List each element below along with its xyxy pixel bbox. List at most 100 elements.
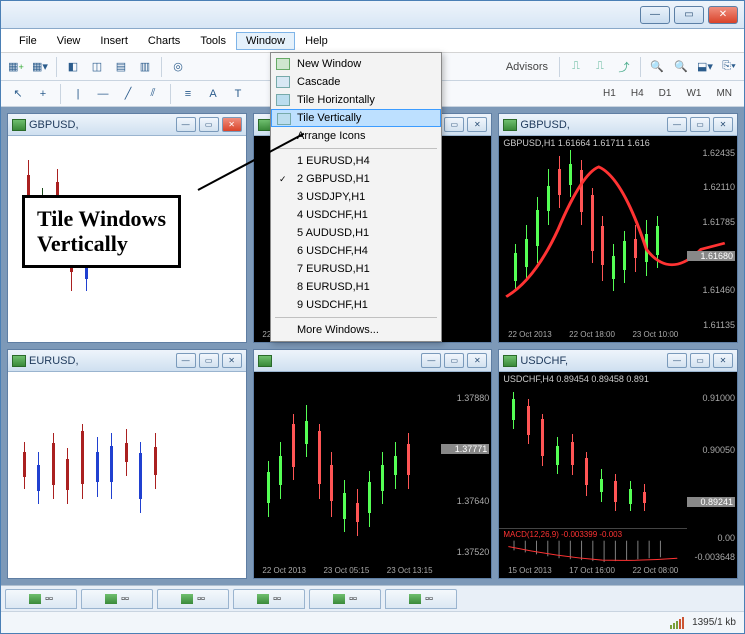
menu-window-9[interactable]: 9 USDCHF,H1	[271, 296, 441, 314]
close-button[interactable]: ✕	[713, 353, 733, 368]
chart-canvas[interactable]: USDCHF,H4 0.89454 0.89458 0.891 MACD(12,…	[499, 372, 737, 578]
maximize-button[interactable]: ▭	[674, 6, 704, 24]
close-button[interactable]: ✕	[708, 6, 738, 24]
market-watch-icon[interactable]: ◧	[62, 56, 84, 78]
tile-horizontal-icon	[276, 94, 290, 106]
chart-tab[interactable]: ▫▫	[81, 589, 153, 609]
profiles-icon[interactable]: ▦▾	[29, 56, 51, 78]
menu-more-windows[interactable]: More Windows...	[271, 321, 441, 339]
menu-tools[interactable]: Tools	[190, 32, 236, 50]
chart-window-eurusd-white[interactable]: EURUSD, — ▭ ✕	[7, 349, 247, 579]
new-chart-icon[interactable]: ▦+	[5, 56, 27, 78]
connection-status: 1395/1 kb	[692, 617, 736, 628]
menu-window[interactable]: Window	[236, 32, 295, 50]
tf-h4[interactable]: H4	[625, 86, 650, 101]
close-button[interactable]: ✕	[222, 117, 242, 132]
chart-type-icon[interactable]: ⬓▾	[694, 56, 716, 78]
indicator2-icon[interactable]: ⎍	[589, 56, 611, 78]
menu-cascade[interactable]: Cascade	[271, 73, 441, 91]
tabs-icon: ▫▫	[121, 593, 129, 605]
menu-help[interactable]: Help	[295, 32, 338, 50]
menu-tile-horizontally[interactable]: Tile Horizontally	[271, 91, 441, 109]
restore-button[interactable]: ▭	[690, 117, 710, 132]
time-axis: 22 Oct 201322 Oct 18:0023 Oct 10:00	[499, 330, 687, 342]
restore-button[interactable]: ▭	[444, 117, 464, 132]
min-button[interactable]: —	[176, 117, 196, 132]
chart-icon	[503, 355, 517, 367]
templates-icon[interactable]: ⎘▾	[718, 56, 740, 78]
zoom-in-icon[interactable]: 🔍	[646, 56, 668, 78]
tf-mn[interactable]: MN	[710, 86, 738, 101]
channel-icon[interactable]: ⫽	[142, 83, 164, 105]
chart-tab[interactable]: ▫▫	[5, 589, 77, 609]
fibo-icon[interactable]: ≡	[177, 83, 199, 105]
text-icon[interactable]: A	[202, 83, 224, 105]
trendline-icon[interactable]: ╱	[117, 83, 139, 105]
tester-icon[interactable]: ▥	[134, 56, 156, 78]
callout-box: Tile Windows Vertically	[22, 195, 181, 268]
new-order-icon[interactable]: ◎	[167, 56, 189, 78]
tabs-icon: ▫▫	[273, 593, 281, 605]
chart-canvas[interactable]: 1.37880 1.37771 1.37640 1.37520 22 Oct 2…	[254, 372, 492, 578]
terminal-icon[interactable]: ▤	[110, 56, 132, 78]
menu-insert[interactable]: Insert	[90, 32, 138, 50]
chart-tab[interactable]: ▫▫	[385, 589, 457, 609]
navigator-icon[interactable]: ◫	[86, 56, 108, 78]
restore-button[interactable]: ▭	[199, 117, 219, 132]
tf-w1[interactable]: W1	[680, 86, 707, 101]
menu-window-8[interactable]: 8 EURUSD,H1	[271, 278, 441, 296]
chart-icon	[258, 355, 272, 367]
restore-button[interactable]: ▭	[690, 353, 710, 368]
label-icon[interactable]: T	[227, 83, 249, 105]
zoom-out-icon[interactable]: 🔍	[670, 56, 692, 78]
chart-tab[interactable]: ▫▫	[233, 589, 305, 609]
menu-view[interactable]: View	[47, 32, 91, 50]
crosshair-icon[interactable]: +	[32, 83, 54, 105]
tabs-icon: ▫▫	[425, 593, 433, 605]
cursor-icon[interactable]: ↖	[7, 83, 29, 105]
tf-d1[interactable]: D1	[653, 86, 678, 101]
chart-window-hidden-2[interactable]: — ▭ ✕	[253, 349, 493, 579]
min-button[interactable]: —	[667, 117, 687, 132]
close-button[interactable]: ✕	[467, 117, 487, 132]
restore-button[interactable]: ▭	[199, 353, 219, 368]
restore-button[interactable]: ▭	[444, 353, 464, 368]
close-button[interactable]: ✕	[222, 353, 242, 368]
chart-canvas[interactable]	[8, 372, 246, 578]
minimize-button[interactable]: —	[640, 6, 670, 24]
price-axis: 1.37880 1.37771 1.37640 1.37520	[441, 372, 491, 578]
hline-icon[interactable]: —	[92, 83, 114, 105]
chart-tab[interactable]: ▫▫	[157, 589, 229, 609]
chart-canvas[interactable]: GBPUSD,H1 1.61664 1.61711 1.616	[499, 136, 737, 342]
menu-window-1[interactable]: 1 EURUSD,H4	[271, 152, 441, 170]
menu-window-5[interactable]: 5 AUDUSD,H1	[271, 224, 441, 242]
menu-window-7[interactable]: 7 EURUSD,H1	[271, 260, 441, 278]
menu-window-4[interactable]: 4 USDCHF,H1	[271, 206, 441, 224]
chart-tabs: ▫▫ ▫▫ ▫▫ ▫▫ ▫▫ ▫▫	[1, 585, 744, 611]
chart-window-gbpusd-black[interactable]: GBPUSD, — ▭ ✕ GBPUSD,H1 1.61664 1.61711 …	[498, 113, 738, 343]
menu-new-window[interactable]: New Window	[271, 55, 441, 73]
menu-tile-vertically[interactable]: Tile Vertically	[271, 109, 441, 127]
callout-text-1: Tile Windows	[37, 206, 166, 231]
tabs-icon: ▫▫	[349, 593, 357, 605]
tf-h1[interactable]: H1	[597, 86, 622, 101]
menu-window-3[interactable]: 3 USDJPY,H1	[271, 188, 441, 206]
price-axis: 0.91000 0.90050 0.89241	[687, 372, 737, 528]
chart-tab[interactable]: ▫▫	[309, 589, 381, 609]
chart-title: GBPUSD,	[520, 119, 664, 131]
indicator1-icon[interactable]: ⎍	[565, 56, 587, 78]
indicator3-icon[interactable]: ⤴	[613, 56, 635, 78]
expert-advisors-label[interactable]: Advisors	[500, 61, 554, 73]
menu-window-6[interactable]: 6 USDCHF,H4	[271, 242, 441, 260]
menu-file[interactable]: File	[9, 32, 47, 50]
min-button[interactable]: —	[176, 353, 196, 368]
menu-charts[interactable]: Charts	[138, 32, 190, 50]
chart-window-usdchf[interactable]: USDCHF, — ▭ ✕ USDCHF,H4 0.89454 0.89458 …	[498, 349, 738, 579]
min-button[interactable]: —	[421, 353, 441, 368]
check-icon: ✓	[279, 174, 287, 185]
min-button[interactable]: —	[667, 353, 687, 368]
close-button[interactable]: ✕	[713, 117, 733, 132]
vline-icon[interactable]: |	[67, 83, 89, 105]
close-button[interactable]: ✕	[467, 353, 487, 368]
menu-window-2[interactable]: ✓2 GBPUSD,H1	[271, 170, 441, 188]
